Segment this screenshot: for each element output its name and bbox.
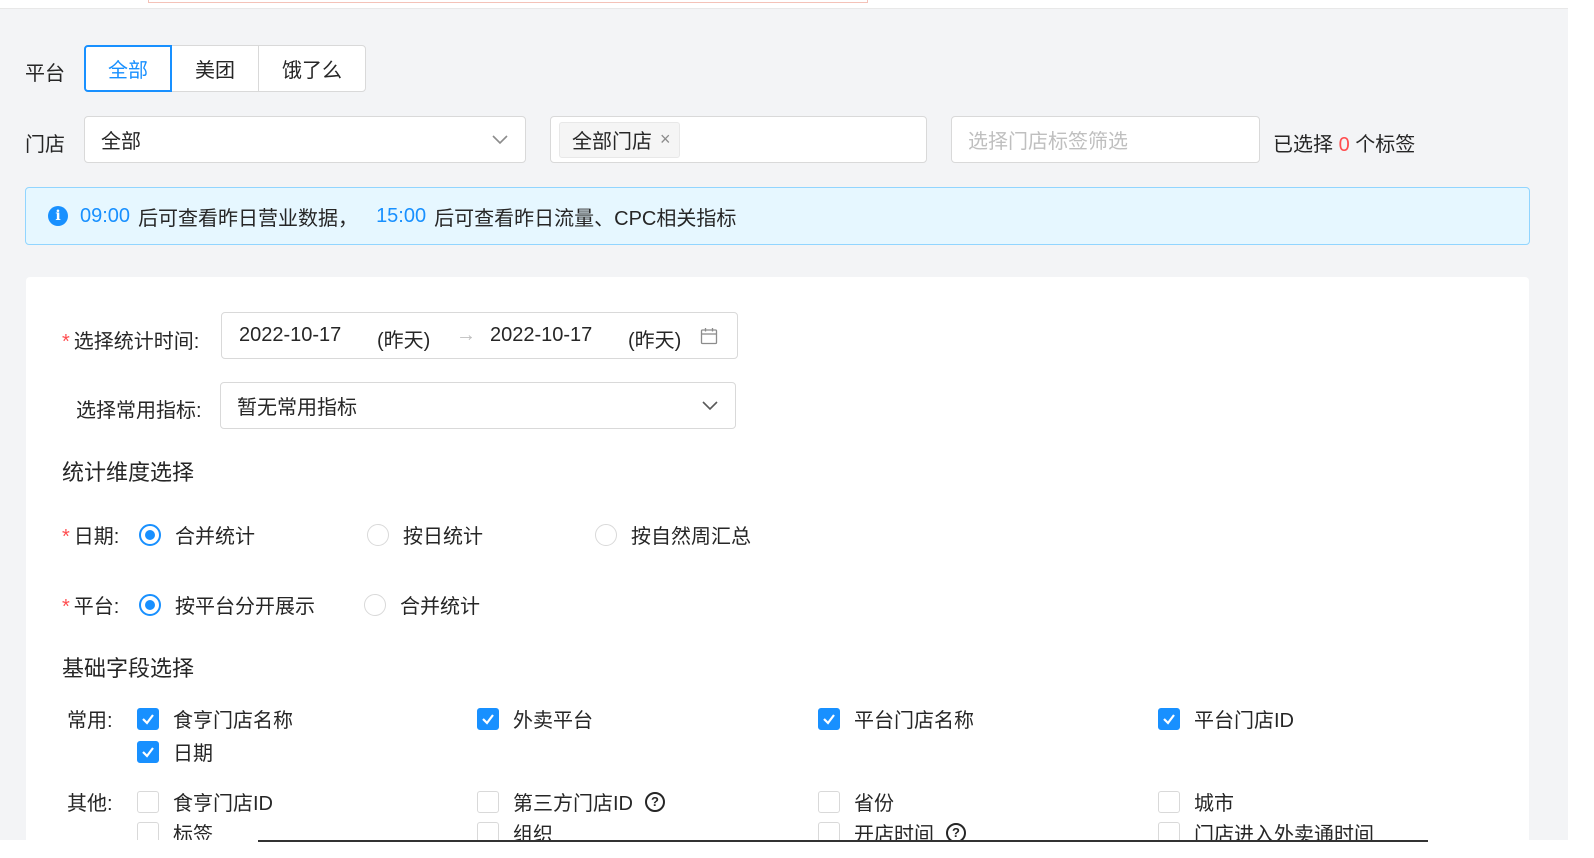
radio-label: 合并统计 <box>175 526 255 548</box>
selected-prefix: 已选择 <box>1273 134 1333 156</box>
radio-label: 按平台分开展示 <box>175 596 315 618</box>
selected-suffix: 个标签 <box>1355 134 1416 156</box>
checkbox-checked-icon[interactable] <box>137 740 159 763</box>
checkbox-unchecked-icon[interactable] <box>1158 790 1180 813</box>
metric-select[interactable]: 暂无常用指标 <box>220 382 736 429</box>
date-end: 2022-10-17 <box>490 324 593 346</box>
checkbox-unchecked-icon[interactable] <box>477 790 499 813</box>
field-checkbox[interactable]: 平台门店ID <box>1158 704 1294 733</box>
platform-dim-split-radio[interactable]: 按平台分开展示 <box>139 590 315 619</box>
date-dim-daily-radio[interactable]: 按日统计 <box>367 520 483 549</box>
selected-count-value: 0 <box>1338 134 1350 156</box>
date-dim-weekly-radio[interactable]: 按自然周汇总 <box>595 520 751 549</box>
export-config-card <box>26 277 1529 847</box>
fields-section-title: 基础字段选择 <box>62 656 195 681</box>
bottom-edge <box>0 840 1594 858</box>
field-checkbox[interactable]: 第三方门店ID? <box>477 787 665 816</box>
field-checkbox[interactable]: 外卖平台 <box>477 704 593 733</box>
radio-unchecked[interactable] <box>364 593 386 616</box>
date-dimension-label-text: 日期: <box>73 526 120 548</box>
radio-unchecked[interactable] <box>367 523 389 546</box>
alert-text-2: 后可查看昨日流量、CPC相关指标 <box>434 207 737 230</box>
field-checkbox[interactable]: 城市 <box>1158 787 1234 816</box>
help-icon[interactable]: ? <box>645 791 665 812</box>
top-input-edge <box>148 0 868 3</box>
field-label: 平台门店名称 <box>854 710 974 732</box>
checkbox-checked-icon[interactable] <box>137 707 159 730</box>
field-label: 城市 <box>1194 793 1234 815</box>
top-bar <box>0 0 1568 9</box>
common-fields-label: 常用: <box>67 710 113 732</box>
radio-label: 按日统计 <box>403 526 483 548</box>
checkbox-unchecked-icon[interactable] <box>818 790 840 813</box>
date-end-note: (昨天) <box>628 330 682 352</box>
store-filter-label: 门店 <box>25 134 65 156</box>
chevron-down-icon <box>702 401 718 411</box>
radio-label: 合并统计 <box>400 596 480 618</box>
field-checkbox[interactable]: 食亨门店名称 <box>137 704 293 733</box>
checkbox-unchecked-icon[interactable] <box>137 790 159 813</box>
alert-time-2: 15:00 <box>376 204 427 227</box>
field-label: 平台门店ID <box>1194 710 1294 732</box>
selected-tags-count: 已选择 0 个标签 <box>1273 128 1415 157</box>
field-label: 省份 <box>854 793 894 815</box>
platform-dimension-label: * 平台: <box>62 590 119 619</box>
radio-unchecked[interactable] <box>595 523 617 546</box>
info-alert: i 09:00 后可查看昨日营业数据， 15:00 后可查看昨日流量、CPC相关… <box>25 187 1530 245</box>
store-scope-select[interactable]: 全部 <box>84 116 526 163</box>
field-label: 食亨门店名称 <box>173 710 293 732</box>
checkbox-checked-icon[interactable] <box>477 707 499 730</box>
field-label: 日期 <box>173 743 213 765</box>
close-icon[interactable]: × <box>660 129 671 150</box>
date-start: 2022-10-17 <box>239 324 342 346</box>
required-mark: * <box>62 596 70 618</box>
store-tag-label: 全部门店 <box>572 131 652 153</box>
alert-time-1: 09:00 <box>80 204 131 227</box>
date-separator-icon: → <box>456 324 476 346</box>
radio-checked[interactable] <box>139 593 161 616</box>
time-range-label-text: 选择统计时间: <box>73 331 200 353</box>
required-mark: * <box>62 331 70 353</box>
info-icon: i <box>48 206 68 226</box>
field-checkbox[interactable]: 日期 <box>137 737 213 766</box>
date-dimension-label: * 日期: <box>62 520 119 549</box>
platform-segmented-control: 全部 美团 饿了么 <box>84 45 366 92</box>
field-label: 食亨门店ID <box>173 793 273 815</box>
alert-text-1: 后可查看昨日营业数据， <box>138 207 359 230</box>
store-multi-select[interactable]: 全部门店 × <box>550 116 927 163</box>
field-label: 第三方门店ID <box>513 793 633 815</box>
required-mark: * <box>62 526 70 548</box>
time-range-label: * 选择统计时间: <box>62 325 199 354</box>
store-scope-value: 全部 <box>101 131 141 153</box>
field-label: 外卖平台 <box>513 710 593 732</box>
store-tag: 全部门店 × <box>559 121 680 158</box>
field-checkbox[interactable]: 食亨门店ID <box>137 787 273 816</box>
date-dim-merge-radio[interactable]: 合并统计 <box>139 520 255 549</box>
metric-value: 暂无常用指标 <box>237 397 357 419</box>
date-start-note: (昨天) <box>377 330 431 352</box>
radio-checked[interactable] <box>139 523 161 546</box>
field-checkbox[interactable]: 平台门店名称 <box>818 704 974 733</box>
metric-label: 选择常用指标: <box>76 400 202 422</box>
field-checkbox[interactable]: 省份 <box>818 787 894 816</box>
bottom-rule <box>258 840 1428 842</box>
other-fields-label: 其他: <box>67 793 113 815</box>
radio-label: 按自然周汇总 <box>631 526 751 548</box>
checkbox-checked-icon[interactable] <box>1158 707 1180 730</box>
dimension-section-title: 统计维度选择 <box>62 460 195 485</box>
platform-option-all[interactable]: 全部 <box>84 45 172 92</box>
platform-filter-label: 平台 <box>25 63 65 85</box>
platform-dimension-label-text: 平台: <box>73 596 120 618</box>
platform-option-eleme[interactable]: 饿了么 <box>258 45 366 92</box>
calendar-icon[interactable] <box>700 327 718 345</box>
chevron-down-icon <box>492 135 508 145</box>
checkbox-checked-icon[interactable] <box>818 707 840 730</box>
platform-dim-merge-radio[interactable]: 合并统计 <box>364 590 480 619</box>
date-range-picker[interactable]: 2022-10-17 (昨天) → 2022-10-17 (昨天) <box>221 312 738 359</box>
platform-option-meituan[interactable]: 美团 <box>171 45 259 92</box>
store-tag-filter-input[interactable]: 选择门店标签筛选 <box>951 116 1260 163</box>
right-scroll-gutter[interactable] <box>1568 0 1594 858</box>
store-tag-filter-placeholder: 选择门店标签筛选 <box>968 131 1128 153</box>
